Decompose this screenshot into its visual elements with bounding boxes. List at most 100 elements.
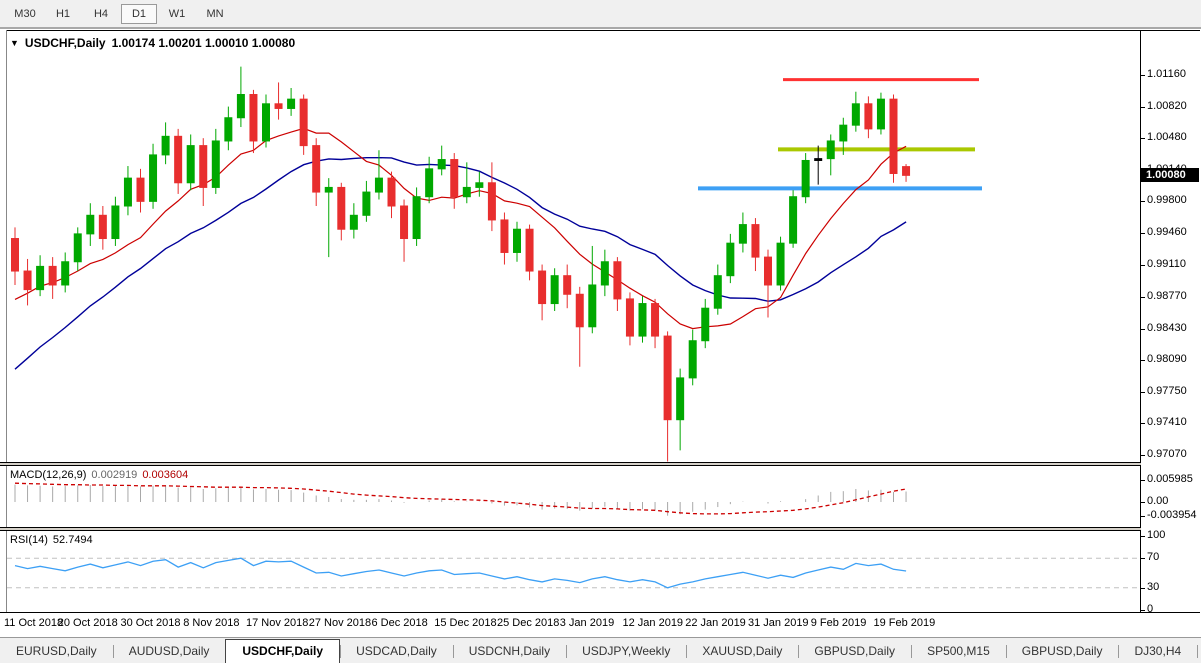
candle-body	[451, 160, 458, 197]
date-axis-label: 30 Oct 2018	[121, 617, 181, 629]
candle-body	[162, 136, 169, 155]
macd-value: 0.002919	[91, 469, 137, 481]
chart-tab-usdcad-daily[interactable]: USDCAD,Daily	[340, 641, 453, 663]
price-axis-label: 0.98770	[1147, 290, 1187, 302]
axis-tick	[1141, 502, 1145, 503]
chart-tab-audusd-daily[interactable]: AUDUSD,Daily	[113, 641, 226, 663]
macd-signal-line	[15, 483, 906, 514]
macd-axis-label: -0.003954	[1147, 509, 1197, 521]
macd-signal-value: 0.003604	[142, 469, 188, 481]
candle-body	[664, 336, 671, 420]
price-axis-label: 0.99460	[1147, 226, 1187, 238]
candle-body	[250, 95, 257, 141]
timeframe-button-m30[interactable]: M30	[7, 4, 43, 24]
candle-body	[727, 243, 734, 276]
candle-body	[539, 271, 546, 304]
candle-body	[526, 229, 533, 271]
date-axis-label: 27 Nov 2018	[309, 617, 371, 629]
time-axis[interactable]: 11 Oct 201820 Oct 201830 Oct 20188 Nov 2…	[0, 613, 1200, 635]
price-axis[interactable]: 1.011601.008201.004801.001400.998000.994…	[1141, 31, 1201, 612]
current-price-tag: 1.00080	[1141, 168, 1199, 182]
axis-tick	[1141, 610, 1145, 611]
price-axis-label: 0.98090	[1147, 353, 1187, 365]
chart-tab-dj30-h4[interactable]: DJ30,H4	[1118, 641, 1197, 663]
main-chart-canvas[interactable]	[7, 31, 1140, 462]
chart-tab-usdchf-daily[interactable]: USDCHF,Daily	[225, 639, 340, 663]
price-axis-label: 1.00480	[1147, 131, 1187, 143]
candle-body	[212, 141, 219, 187]
date-axis-label: 20 Oct 2018	[58, 617, 118, 629]
chart-tab-bar: EURUSD,DailyAUDUSD,DailyUSDCHF,DailyUSDC…	[0, 637, 1201, 663]
timeframe-button-mn[interactable]: MN	[197, 4, 233, 24]
axis-tick	[1141, 516, 1145, 517]
date-axis-label: 31 Jan 2019	[748, 617, 809, 629]
candle-body	[852, 104, 859, 125]
candle-body	[325, 187, 332, 192]
timeframe-button-d1[interactable]: D1	[121, 4, 157, 24]
axis-tick	[1141, 265, 1145, 266]
candle-body	[840, 125, 847, 141]
candle-body	[187, 146, 194, 183]
candle-body	[639, 304, 646, 337]
chart-ohlc-values: 1.00174 1.00201 1.00010 1.00080	[112, 36, 296, 50]
candle-body	[802, 160, 809, 196]
axis-tick	[1141, 107, 1145, 108]
candle-body	[112, 206, 119, 239]
candle-body	[476, 183, 483, 188]
candle-body	[62, 262, 69, 285]
rsi-line	[15, 558, 906, 588]
macd-name: MACD(12,26,9)	[10, 469, 86, 481]
candle-body	[350, 215, 357, 229]
candle-body	[790, 197, 797, 243]
chart-tab-sp500-m15[interactable]: SP500,M15	[911, 641, 1006, 663]
axis-tick	[1141, 297, 1145, 298]
chart-menu-icon[interactable]: ▼	[10, 38, 19, 48]
chart-tab-gbpusd-daily[interactable]: GBPUSD,Daily	[798, 641, 911, 663]
date-axis-label: 8 Nov 2018	[183, 617, 239, 629]
chart-tab-usdcnh-daily[interactable]: USDCNH,Daily	[453, 641, 566, 663]
candle-body	[903, 167, 910, 176]
axis-tick	[1141, 138, 1145, 139]
candle-body	[99, 215, 106, 238]
date-axis-label: 25 Dec 2018	[497, 617, 559, 629]
chart-tab-gbpusd-daily[interactable]: GBPUSD,Daily	[1006, 641, 1119, 663]
candle-body	[765, 257, 772, 285]
chart-tab-usdjpy-weekly[interactable]: USDJPY,Weekly	[566, 641, 686, 663]
candle-body	[413, 197, 420, 239]
candle-body	[388, 178, 395, 206]
price-axis-label: 0.99800	[1147, 194, 1187, 206]
candle-body	[275, 104, 282, 109]
candle-body	[865, 104, 872, 129]
rsi-chart-canvas[interactable]	[7, 531, 1140, 612]
candle-body	[488, 183, 495, 220]
date-axis-label: 19 Feb 2019	[874, 617, 936, 629]
price-axis-label: 1.01160	[1147, 68, 1186, 80]
date-axis-label: 17 Nov 2018	[246, 617, 308, 629]
candle-body	[589, 285, 596, 327]
candle-body	[601, 262, 608, 285]
candle-body	[576, 294, 583, 327]
trading-terminal-window: M30H1H4D1W1MN ▼ USDCHF,Daily 1.00174 1.0…	[0, 0, 1201, 663]
timeframe-button-h1[interactable]: H1	[45, 4, 81, 24]
axis-tick	[1141, 423, 1145, 424]
candle-body	[200, 146, 207, 188]
axis-tick	[1141, 75, 1145, 76]
axis-tick	[1141, 536, 1145, 537]
candle-body	[514, 229, 521, 252]
ma-fast-line	[15, 128, 906, 328]
candle-body	[363, 192, 370, 215]
timeframe-button-w1[interactable]: W1	[159, 4, 195, 24]
candle-body	[827, 141, 834, 159]
candle-body	[137, 178, 144, 201]
chart-tab-eurusd-daily[interactable]: EURUSD,Daily	[0, 641, 113, 663]
candle-body	[614, 262, 621, 299]
chart-tab-tech100-[interactable]: TECH100,	[1197, 641, 1201, 663]
timeframe-button-h4[interactable]: H4	[83, 4, 119, 24]
chart-symbol-label: USDCHF,Daily	[25, 36, 106, 50]
candle-body	[150, 155, 157, 201]
candle-body	[815, 159, 822, 161]
chart-tab-xauusd-daily[interactable]: XAUUSD,Daily	[686, 641, 798, 663]
rsi-axis-label: 30	[1147, 581, 1159, 593]
rsi-name: RSI(14)	[10, 534, 48, 546]
rsi-indicator-label: RSI(14)52.7494	[10, 534, 93, 546]
